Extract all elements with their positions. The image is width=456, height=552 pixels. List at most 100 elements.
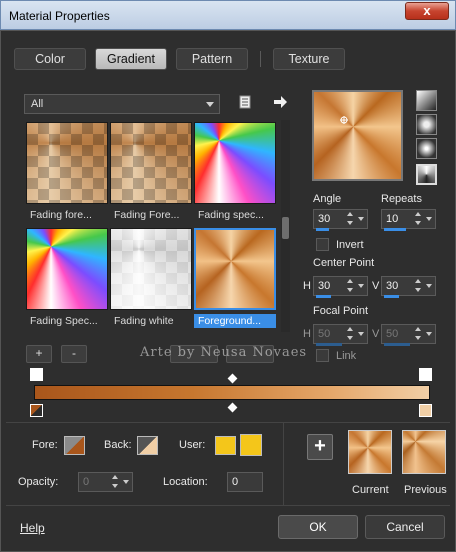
color-stop-start[interactable]: [30, 404, 43, 417]
opacity-label: Opacity:: [18, 476, 59, 488]
cancel-button[interactable]: Cancel: [365, 515, 445, 539]
previous-label: Previous: [404, 484, 447, 496]
spin-down-icon[interactable]: [347, 221, 353, 225]
radial-style-icon-selected[interactable]: [416, 164, 437, 185]
tab-color[interactable]: Color: [14, 48, 86, 70]
location-label: Location:: [163, 476, 208, 488]
focal-h-value: 50: [318, 328, 331, 340]
opacity-value: 0: [83, 476, 90, 488]
center-v-spinner[interactable]: 30: [381, 276, 436, 298]
gradient-swatch[interactable]: [26, 228, 108, 310]
transparency-stop-start[interactable]: [30, 368, 43, 381]
chevron-down-icon[interactable]: [426, 332, 432, 336]
user-label: User:: [179, 439, 206, 451]
gradient-swatch[interactable]: [110, 122, 192, 204]
fore-color-box[interactable]: [64, 436, 85, 455]
transparency-stop-end[interactable]: [419, 368, 432, 381]
sunburst-style-icon[interactable]: [416, 138, 437, 159]
spin-up-icon[interactable]: [112, 475, 118, 479]
linear-style-icon[interactable]: [416, 90, 437, 111]
back-label: Back:: [104, 439, 132, 451]
swatch-label: Fading spec...: [198, 209, 264, 221]
link-checkbox[interactable]: [316, 349, 329, 362]
close-button[interactable]: x: [405, 2, 449, 20]
value-bar: [384, 228, 406, 231]
opacity-spinner[interactable]: 0: [78, 472, 133, 492]
tab-gradient[interactable]: Gradient: [95, 48, 167, 70]
focal-point-label: Focal Point: [313, 305, 369, 317]
previous-preview[interactable]: [402, 430, 446, 474]
remove-swatch-button[interactable]: -: [61, 345, 87, 363]
chevron-down-icon[interactable]: [358, 284, 364, 288]
repeats-label: Repeats: [381, 193, 422, 205]
repeats-spinner[interactable]: 10: [381, 209, 436, 231]
category-select[interactable]: All: [24, 94, 220, 114]
watermark-text: Arte by Neusa Novaes: [140, 345, 308, 360]
spin-up-icon[interactable]: [415, 327, 421, 331]
spin-down-icon[interactable]: [112, 484, 118, 488]
spin-down-icon[interactable]: [415, 288, 421, 292]
gradient-swatch[interactable]: [26, 122, 108, 204]
gradient-swatch-selected[interactable]: [194, 228, 276, 310]
gradient-preview[interactable]: [312, 90, 403, 181]
location-input[interactable]: 0: [227, 472, 263, 492]
ok-button[interactable]: OK: [278, 515, 358, 539]
tab-pattern[interactable]: Pattern: [176, 48, 248, 70]
spin-up-icon[interactable]: [415, 212, 421, 216]
center-h-spinner[interactable]: 30: [313, 276, 368, 298]
chevron-down-icon[interactable]: [426, 284, 432, 288]
chevron-down-icon: [206, 102, 214, 107]
swatch-label: Fading Fore...: [114, 209, 180, 221]
invert-label: Invert: [336, 239, 364, 251]
section-divider: [283, 423, 284, 505]
link-label: Link: [336, 350, 357, 362]
focal-h-label: H: [303, 328, 311, 340]
spin-up-icon[interactable]: [347, 327, 353, 331]
spin-down-icon[interactable]: [415, 221, 421, 225]
chevron-down-icon[interactable]: [426, 217, 432, 221]
crosshair-icon: [340, 116, 348, 124]
section-divider: [6, 505, 450, 506]
spin-up-icon[interactable]: [347, 279, 353, 283]
focal-h-spinner[interactable]: 50: [313, 324, 368, 346]
scrollbar-thumb[interactable]: [282, 217, 289, 239]
chevron-down-icon[interactable]: [123, 480, 129, 484]
add-to-swatches-button[interactable]: +: [307, 434, 333, 460]
gradient-swatch[interactable]: [110, 228, 192, 310]
spin-down-icon[interactable]: [415, 336, 421, 340]
swatch-label-selected: Foreground...: [194, 314, 276, 328]
invert-checkbox[interactable]: [316, 238, 329, 251]
spin-down-icon[interactable]: [347, 288, 353, 292]
help-link[interactable]: Help: [20, 521, 45, 535]
rectangular-style-icon[interactable]: [416, 114, 437, 135]
value-bar: [384, 343, 410, 346]
value-bar: [384, 295, 399, 298]
user-color-box[interactable]: [240, 434, 262, 456]
swatch-label: Fading fore...: [30, 209, 92, 221]
spin-down-icon[interactable]: [347, 336, 353, 340]
angle-spinner[interactable]: 30: [313, 209, 368, 231]
value-bar: [316, 343, 342, 346]
gradient-bar[interactable]: [34, 385, 430, 400]
add-swatch-button[interactable]: +: [26, 345, 52, 363]
swatch-label: Fading Spec...: [30, 315, 98, 327]
chevron-down-icon[interactable]: [358, 332, 364, 336]
center-point-label: Center Point: [313, 257, 375, 269]
center-h-label: H: [303, 280, 311, 292]
color-stop-end[interactable]: [419, 404, 432, 417]
back-color-box[interactable]: [137, 436, 158, 455]
focal-v-spinner[interactable]: 50: [381, 324, 436, 346]
current-preview: [348, 430, 392, 474]
chevron-down-icon[interactable]: [358, 217, 364, 221]
value-bar: [316, 295, 331, 298]
tab-texture[interactable]: Texture: [273, 48, 345, 70]
spin-up-icon[interactable]: [347, 212, 353, 216]
center-v-value: 30: [386, 280, 399, 292]
swatch-scrollbar[interactable]: [281, 120, 290, 332]
spin-up-icon[interactable]: [415, 279, 421, 283]
gradient-swatch[interactable]: [194, 122, 276, 204]
user-color-box[interactable]: [215, 436, 236, 455]
center-h-value: 30: [318, 280, 331, 292]
arrow-right-icon[interactable]: [272, 94, 288, 110]
file-icon[interactable]: [238, 94, 252, 110]
